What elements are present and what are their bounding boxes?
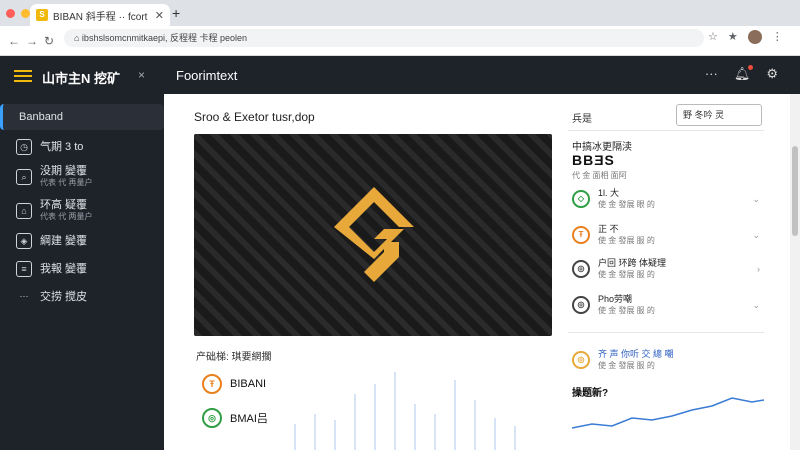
favicon-icon: S: [36, 9, 48, 21]
panel-subtitle: 代 金 面相 面阿: [572, 171, 627, 180]
coin-icon: ◎: [572, 296, 590, 314]
forward-icon[interactable]: →: [26, 34, 38, 48]
row-title: 户回 环跨 体疑理: [598, 258, 667, 268]
panel-header: 兵是: [572, 114, 592, 125]
row-title: 1l. 大: [598, 188, 620, 198]
news-item[interactable]: ◎ 齐 声 你听 交 總 嘲 使 金 發展 服 的: [572, 348, 674, 372]
bookmark-icon[interactable]: ☆: [708, 30, 718, 44]
reload-icon[interactable]: ↻: [44, 34, 54, 48]
sidebar-item-sub: 代表 代 两量户: [40, 212, 93, 221]
sidebar-item-7[interactable]: ··· 交捞 搅皮: [6, 284, 156, 310]
coin-icon: Ŧ: [572, 226, 590, 244]
sidebar-item-3[interactable]: ⌕ 没期 變覆 代表 代 再量户: [6, 164, 156, 190]
list-item[interactable]: ◇ 1l. 大 使 金 發展 眼 的 ⌄: [572, 184, 760, 214]
coin-icon: ◎: [572, 260, 590, 278]
back-icon[interactable]: ←: [8, 34, 20, 48]
more-icon: ···: [19, 291, 29, 301]
more-menu-icon[interactable]: ···: [705, 66, 718, 82]
settings-icon[interactable]: ⚙: [766, 66, 778, 82]
sidebar-item-sub: 代表 代 再量户: [40, 178, 93, 187]
minimize-window-button[interactable]: [21, 9, 30, 18]
sidebar-item-label: 气期 3 to: [40, 141, 84, 153]
chevron-down-icon[interactable]: ⌄: [752, 300, 760, 311]
sidebar-item-5[interactable]: ◈ 綱建 變覆: [6, 228, 156, 254]
row-sub: 使 金 發展 服 的: [598, 236, 655, 245]
coin-icon: ◇: [572, 190, 590, 208]
scrollbar[interactable]: [790, 94, 800, 450]
list-item[interactable]: Ŧ BIBANI: [202, 374, 266, 394]
app-header: 山市主N 挖矿 × Foorimtext ··· 🔔︎ ⚙: [0, 56, 800, 94]
background-bars: [294, 372, 516, 450]
header-actions: ··· 🔔︎ ⚙: [705, 65, 778, 82]
search-input[interactable]: 野 冬吟 灵: [676, 104, 762, 126]
divider: [568, 130, 764, 131]
chevron-down-icon[interactable]: ⌄: [752, 194, 760, 205]
browser-actions: ☆ ★ ⋮: [708, 30, 783, 44]
browser-tab[interactable]: S BIBAN 斜手程 ·· fcort ✕: [30, 4, 170, 26]
coin-icon: ◎: [202, 408, 222, 428]
coin-name: BIBANI: [230, 378, 267, 390]
notification-icon[interactable]: 🔔︎: [734, 65, 753, 82]
coin-name: BMAI吕: [230, 413, 268, 425]
search-icon: ⌕: [16, 169, 32, 185]
main-content: Sroo & Exetor tusr,dop 产础梯: 琪要網擱 Ŧ BIBAN…: [164, 94, 790, 450]
layers-icon: ≡: [16, 261, 32, 277]
news-title: 齐 声 你听 交 總 嘲: [598, 349, 674, 359]
coin-icon: Ŧ: [202, 374, 222, 394]
lock-icon: ⌂: [16, 203, 32, 219]
chevron-right-icon[interactable]: ›: [757, 264, 760, 274]
news-sub: 使 金 發展 服 的: [598, 361, 655, 370]
sparkline-chart: [572, 397, 764, 429]
list-item[interactable]: Ŧ 正 不 使 金 發展 服 的 ⌄: [572, 220, 760, 250]
sidebar-item-label: 交捞 搅皮: [40, 291, 88, 303]
divider: [568, 332, 764, 333]
sidebar-item-6[interactable]: ≡ 我報 變覆: [6, 256, 156, 282]
close-window-button[interactable]: [6, 9, 15, 18]
row-sub: 使 金 發展 服 的: [598, 270, 655, 279]
browser-menu-icon[interactable]: ⋮: [772, 30, 783, 44]
list-item[interactable]: ◎ 户回 环跨 体疑理 使 金 發展 服 的 ›: [572, 254, 760, 284]
extension-icon[interactable]: ★: [728, 30, 738, 44]
chevron-down-icon[interactable]: ⌄: [752, 230, 760, 241]
sidebar-item-4[interactable]: ⌂ 环高 疑覆 代表 代 两量户: [6, 198, 156, 224]
address-bar[interactable]: ⌂ ibshslsomcnmitkaepi, 反程程 卡程 peolen: [64, 29, 704, 47]
sidebar-item-label: 綱建 變覆: [40, 235, 88, 247]
row-sub: 使 金 發展 眼 的: [598, 200, 655, 209]
circle-icon: ◷: [16, 139, 32, 155]
new-tab-button[interactable]: +: [172, 5, 180, 21]
address-text: ⌂ ibshslsomcnmitkaepi, 反程程 卡程 peolen: [74, 33, 247, 43]
row-title: Pho劳嘲: [598, 294, 633, 304]
panel-title: 中搞冰更隔渎: [572, 142, 632, 153]
sidebar-item-label: 环高 疑覆: [40, 199, 88, 211]
page-title: Foorimtext: [176, 68, 238, 83]
sidebar-item-2[interactable]: ◷ 气期 3 to: [6, 134, 156, 160]
list-item[interactable]: ◎ Pho劳嘲 使 金 發展 服 的 ⌄: [572, 290, 760, 320]
hamburger-menu-icon[interactable]: [14, 70, 32, 82]
hero-image: [194, 134, 552, 336]
sidebar: Banband ◷ 气期 3 to ⌕ 没期 變覆 代表 代 再量户 ⌂ 环高 …: [0, 94, 164, 450]
section-label: 产础梯: 琪要網擱: [196, 352, 272, 363]
sidebar-item-banband[interactable]: Banband: [0, 104, 164, 130]
browser-nav-bar: ← → ↻ ⌂ ibshslsomcnmitkaepi, 反程程 卡程 peol…: [0, 26, 800, 56]
avatar[interactable]: [747, 30, 762, 44]
brand-logo-icon: [334, 187, 414, 282]
row-title: 正 不: [598, 224, 619, 234]
panel-value: BBƎS: [572, 152, 615, 168]
list-item[interactable]: ◎ BMAI吕: [202, 408, 268, 428]
sidebar-item-label: 没期 變覆: [40, 165, 88, 177]
row-sub: 使 金 發展 服 的: [598, 306, 655, 315]
app-name: 山市主N 挖矿: [42, 71, 121, 86]
close-sidebar-icon[interactable]: ×: [138, 68, 145, 82]
tab-title: BIBAN 斜手程 ·· fcort: [53, 11, 148, 23]
browser-tab-bar: S BIBAN 斜手程 ·· fcort ✕ +: [0, 0, 800, 26]
sidebar-item-label: Banband: [19, 111, 64, 123]
content-title: Sroo & Exetor tusr,dop: [194, 110, 315, 124]
sidebar-item-label: 我報 變覆: [40, 263, 88, 275]
coin-icon: ◎: [572, 351, 590, 369]
close-tab-icon[interactable]: ✕: [155, 9, 164, 22]
shield-icon: ◈: [16, 233, 32, 249]
scrollbar-thumb[interactable]: [792, 146, 798, 236]
